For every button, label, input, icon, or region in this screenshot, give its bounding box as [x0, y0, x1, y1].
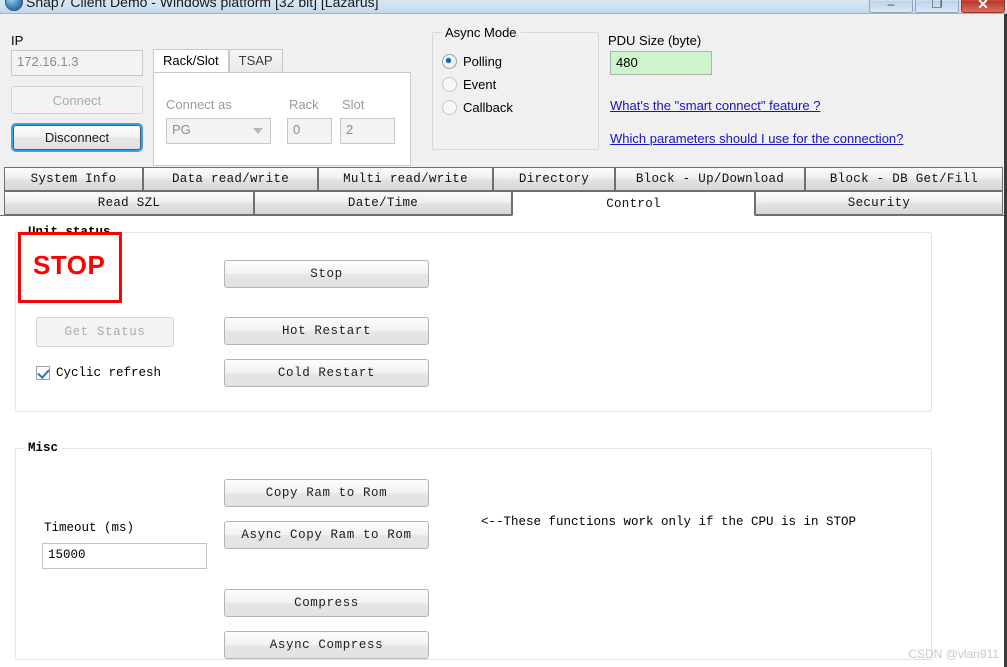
tab-multi-read-write[interactable]: Multi read/write [318, 167, 493, 191]
disconnect-button[interactable]: Disconnect [13, 125, 141, 150]
watermark: CSDN @vlan911 [908, 647, 999, 661]
window-title: Snap7 Client Demo - Windows platform [32… [26, 0, 379, 10]
control-tab-page: Unit status Get Status Cyclic refresh St… [0, 215, 1007, 667]
pdu-size-label: PDU Size (byte) [608, 33, 702, 48]
tab-data-read-write[interactable]: Data read/write [143, 167, 318, 191]
hot-restart-button[interactable]: Hot Restart [224, 317, 429, 345]
radio-polling[interactable]: Polling [442, 54, 502, 69]
cyclic-refresh-checkbox[interactable]: Cyclic refresh [36, 366, 161, 380]
async-mode-label: Async Mode [441, 25, 521, 40]
rack-input[interactable]: 0 [287, 118, 332, 144]
tab-directory[interactable]: Directory [493, 167, 615, 191]
rack-label: Rack [289, 97, 319, 112]
title-bar: Snap7 Client Demo - Windows platform [32… [0, 0, 1007, 14]
ip-input[interactable]: 172.16.1.3 [11, 50, 143, 76]
unit-status-group: Unit status Get Status Cyclic refresh St… [15, 225, 932, 412]
misc-group-label: Misc [24, 441, 63, 455]
misc-hint-text: <--These functions work only if the CPU … [481, 515, 857, 529]
timeout-input[interactable]: 15000 [42, 543, 207, 569]
chevron-down-icon [253, 128, 263, 134]
connect-as-value: PG [172, 122, 191, 137]
application-window: Snap7 Client Demo - Windows platform [32… [0, 0, 1007, 667]
timeout-label: Timeout (ms) [44, 521, 135, 535]
tab-date-time[interactable]: Date/Time [254, 191, 512, 215]
tab-security[interactable]: Security [755, 191, 1003, 215]
pdu-size-value: 480 [610, 51, 712, 75]
radio-callback-label: Callback [463, 100, 513, 115]
tab-tsap[interactable]: TSAP [228, 49, 283, 72]
link-connection-parameters[interactable]: Which parameters should I use for the co… [610, 131, 903, 146]
status-badge: STOP [33, 250, 106, 280]
ip-label: IP [11, 33, 24, 48]
link-smart-connect[interactable]: What's the "smart connect" feature ? [610, 98, 820, 113]
close-icon: ✕ [977, 0, 989, 12]
close-button[interactable]: ✕ [961, 0, 1005, 13]
cyclic-refresh-check-icon [36, 366, 50, 380]
async-mode-group: Async Mode Polling Event Callback [432, 25, 599, 150]
async-compress-button[interactable]: Async Compress [224, 631, 429, 659]
conn-tab-headers: Rack/Slot TSAP [153, 49, 283, 72]
connect-button[interactable]: Connect [11, 86, 143, 114]
cold-restart-button[interactable]: Cold Restart [224, 359, 429, 387]
main-tab-strip: System Info Data read/write Multi read/w… [0, 167, 1007, 216]
stop-button[interactable]: Stop [224, 260, 429, 288]
maximize-button[interactable]: ❐ [915, 0, 959, 13]
radio-event-icon [442, 77, 457, 92]
connect-as-select[interactable]: PG [166, 118, 271, 144]
get-status-button[interactable]: Get Status [36, 317, 174, 347]
conn-tab-body: Connect as Rack Slot PG 0 2 [153, 72, 411, 166]
tab-rack-slot[interactable]: Rack/Slot [153, 49, 229, 72]
misc-group: Misc Timeout (ms) 15000 Copy Ram to Rom … [15, 441, 932, 660]
radio-event[interactable]: Event [442, 77, 496, 92]
slot-input[interactable]: 2 [340, 118, 395, 144]
connection-panel: IP 172.16.1.3 Connect Disconnect Rack/Sl… [0, 14, 1007, 167]
slot-label: Slot [342, 97, 365, 112]
maximize-icon: ❐ [931, 0, 943, 11]
compress-button[interactable]: Compress [224, 589, 429, 617]
radio-polling-icon [442, 54, 457, 69]
tab-read-szl[interactable]: Read SZL [4, 191, 254, 215]
minimize-button[interactable]: – [869, 0, 913, 13]
tab-block-up-download[interactable]: Block - Up/Download [615, 167, 805, 191]
copy-ram-to-rom-button[interactable]: Copy Ram to Rom [224, 479, 429, 507]
radio-polling-label: Polling [463, 54, 503, 69]
radio-callback[interactable]: Callback [442, 100, 513, 115]
async-copy-ram-to-rom-button[interactable]: Async Copy Ram to Rom [224, 521, 429, 549]
radio-callback-icon [442, 100, 457, 115]
tab-control[interactable]: Control [512, 191, 755, 216]
cyclic-refresh-label: Cyclic refresh [56, 366, 162, 380]
tab-system-info[interactable]: System Info [4, 167, 143, 191]
tab-block-db-get-fill[interactable]: Block - DB Get/Fill [805, 167, 1003, 191]
window-controls: – ❐ ✕ [869, 0, 1005, 13]
app-globe-icon [5, 0, 23, 11]
connect-as-label: Connect as [166, 97, 232, 112]
minimize-icon: – [887, 0, 895, 11]
radio-event-label: Event [463, 77, 497, 92]
